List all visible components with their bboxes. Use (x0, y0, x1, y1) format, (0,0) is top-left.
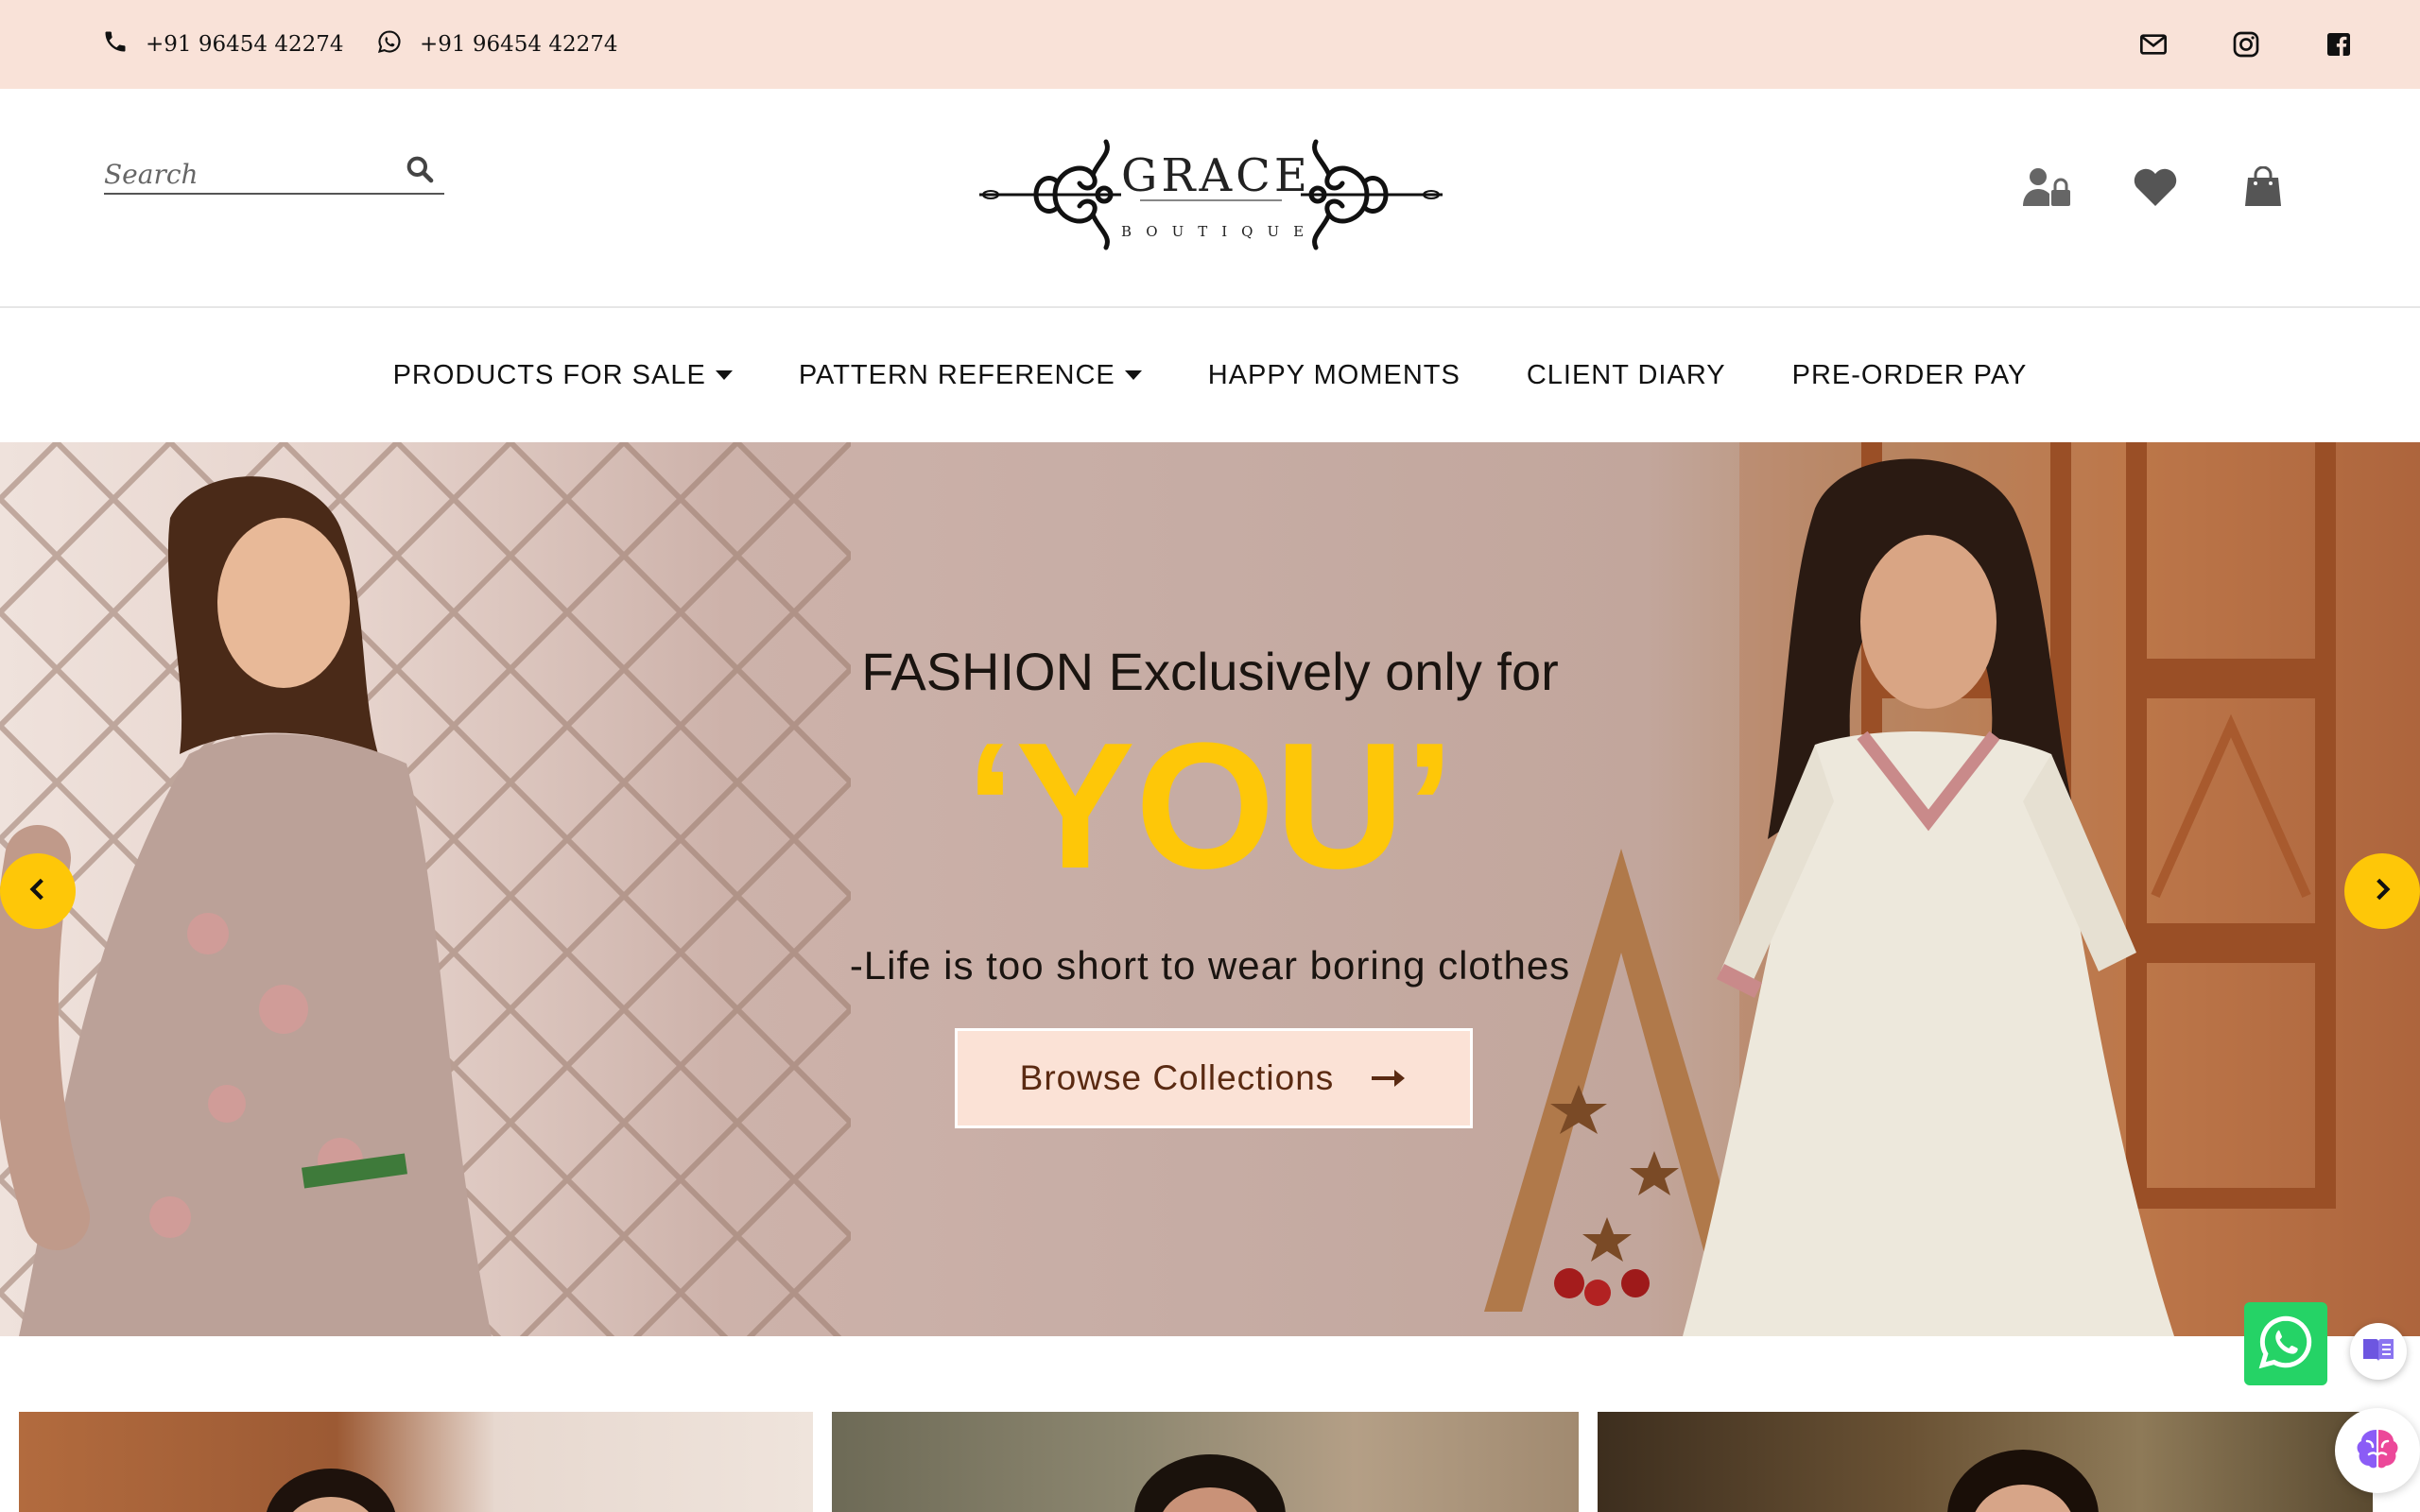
facebook-icon[interactable] (2324, 29, 2354, 60)
browse-collections-button[interactable]: Browse Collections (955, 1028, 1473, 1128)
whatsapp-contact[interactable]: +91 96454 42274 (376, 0, 618, 89)
nav-label: PRE-ORDER PAY (1791, 359, 2028, 390)
nav-label: PATTERN REFERENCE (798, 359, 1115, 390)
nav-label: CLIENT DIARY (1526, 359, 1726, 390)
hero-tagline: -Life is too short to wear boring clothe… (849, 943, 1571, 988)
hero-heading: FASHION Exclusively only for (861, 642, 1559, 701)
whatsapp-float-button[interactable] (2244, 1302, 2327, 1385)
category-card[interactable] (832, 1412, 1579, 1512)
hero-highlight: ‘YOU’ (965, 706, 1455, 906)
nav-label: PRODUCTS FOR SALE (392, 359, 706, 390)
category-card-image (266, 1469, 396, 1512)
chevron-right-icon (2370, 877, 2394, 905)
nav-pre-order-pay[interactable]: PRE-ORDER PAY (1792, 360, 2028, 391)
search-icon[interactable] (405, 154, 444, 194)
caret-down-icon (715, 370, 733, 380)
nav-label: HAPPY MOMENTS (1207, 359, 1461, 390)
top-contact-bar: +91 96454 42274 +91 96454 42274 (0, 0, 2420, 89)
whatsapp-small-icon (376, 28, 403, 60)
slider-next-button[interactable] (2344, 853, 2420, 929)
main-navigation: PRODUCTS FOR SALE PATTERN REFERENCE HAPP… (0, 308, 2420, 442)
nav-client-diary[interactable]: CLIENT DIARY (1527, 360, 1726, 391)
logo-subtitle: BOUTIQUE (1121, 223, 1319, 240)
slider-prev-button[interactable] (0, 853, 76, 929)
site-logo[interactable]: GRACE BOUTIQUE (979, 132, 1443, 265)
phone-contact[interactable]: +91 96454 42274 (102, 0, 344, 89)
nav-happy-moments[interactable]: HAPPY MOMENTS (1208, 360, 1461, 391)
category-card[interactable] (19, 1412, 813, 1512)
site-header: GRACE BOUTIQUE (0, 89, 2420, 308)
social-links (2138, 0, 2354, 89)
search-input[interactable] (104, 158, 369, 190)
ai-assistant-button[interactable] (2335, 1408, 2420, 1493)
chevron-left-icon (26, 877, 50, 905)
whatsapp-icon (2255, 1311, 2317, 1377)
category-card-image (1947, 1450, 2099, 1512)
user-lock-icon[interactable] (2023, 166, 2072, 208)
phone-number: +91 96454 42274 (146, 32, 344, 57)
arrow-right-icon (1370, 1058, 1408, 1098)
phone-icon (102, 28, 129, 60)
reader-float-button[interactable] (2350, 1323, 2407, 1380)
heart-icon[interactable] (2131, 166, 2180, 208)
logo-title: GRACE (1121, 149, 1311, 202)
hero-banner: FASHION Exclusively only for ‘YOU’ -Life… (0, 442, 2420, 1336)
category-card[interactable] (1598, 1412, 2373, 1512)
reader-icon (2361, 1335, 2395, 1367)
category-card-image (1134, 1454, 1286, 1512)
nav-products-for-sale[interactable]: PRODUCTS FOR SALE (393, 360, 733, 391)
instagram-icon[interactable] (2231, 29, 2261, 60)
ai-brain-icon (2354, 1426, 2401, 1475)
shopping-bag-icon[interactable] (2238, 166, 2288, 208)
caret-down-icon (1124, 370, 1142, 380)
mail-icon[interactable] (2138, 29, 2169, 60)
search-box (104, 155, 444, 195)
whatsapp-number: +91 96454 42274 (420, 32, 618, 57)
nav-pattern-reference[interactable]: PATTERN REFERENCE (799, 360, 1142, 391)
browse-collections-label: Browse Collections (1019, 1058, 1335, 1097)
header-actions (2023, 166, 2288, 208)
